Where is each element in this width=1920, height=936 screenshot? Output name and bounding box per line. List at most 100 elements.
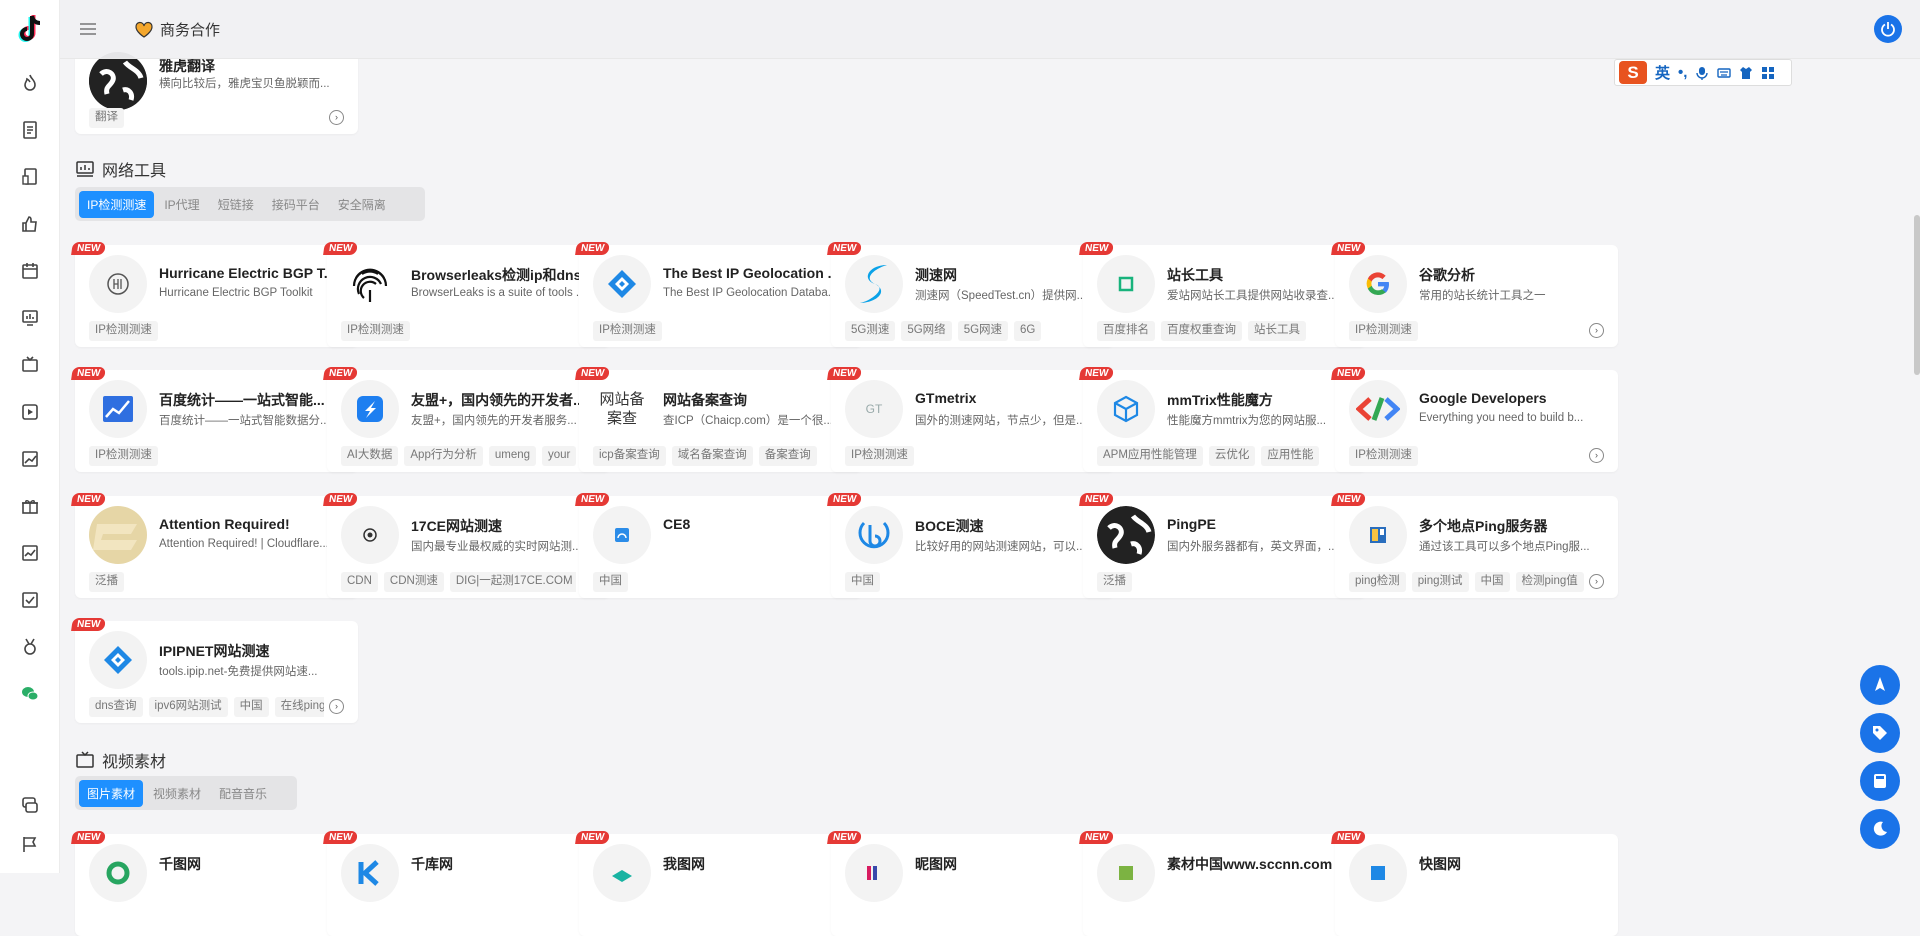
material-card[interactable]: NEW 素材中国www.sccnn.com bbox=[1079, 831, 1366, 936]
tool-card[interactable]: NEW PingPE 国内外服务器都有，英文界面，... 泛播 › bbox=[1079, 493, 1366, 598]
go-arrow-icon[interactable]: › bbox=[1589, 448, 1604, 463]
gift-icon[interactable] bbox=[20, 496, 40, 516]
tag[interactable]: App行为分析 bbox=[404, 446, 483, 466]
tool-card[interactable]: NEW BOCE测速 比较好用的网站测速网站，可以... 中国 › bbox=[827, 493, 1114, 598]
tag[interactable]: APM应用性能管理 bbox=[1097, 446, 1203, 466]
tag[interactable]: 云优化 bbox=[1208, 446, 1256, 466]
chat-icon[interactable] bbox=[20, 795, 40, 815]
tag[interactable]: 站长工具 bbox=[1248, 321, 1306, 341]
tab-ip-proxy[interactable]: IP代理 bbox=[156, 191, 207, 218]
microphone-icon[interactable] bbox=[1695, 66, 1709, 80]
tool-card[interactable]: NEW Attention Required! Attention Requir… bbox=[71, 493, 358, 598]
tag[interactable]: 中国 bbox=[1474, 572, 1510, 592]
trend-icon[interactable] bbox=[20, 543, 40, 563]
tag[interactable]: IP检测测速 bbox=[89, 321, 158, 341]
monitor-icon[interactable] bbox=[20, 308, 40, 328]
tag[interactable]: 5G网速 bbox=[957, 321, 1009, 341]
tag[interactable]: 5G测速 bbox=[845, 321, 896, 341]
wechat-icon[interactable] bbox=[20, 684, 40, 704]
tag-button[interactable] bbox=[1860, 713, 1900, 753]
tag[interactable]: 百度权重查询 bbox=[1161, 321, 1242, 341]
tag[interactable]: IP检测测速 bbox=[89, 446, 158, 466]
tool-card[interactable]: NEW mmTrix性能魔方 性能魔方mmtrix为您的网站服... APM应用… bbox=[1079, 367, 1366, 472]
tag[interactable]: ipv6网站测试 bbox=[148, 697, 228, 717]
tool-card[interactable]: NEW 网站备案查 网站备案查询 查ICP（Chaicp.com）是一个很...… bbox=[575, 367, 862, 472]
tab-short-link[interactable]: 短链接 bbox=[210, 191, 262, 218]
hamburger-menu-icon[interactable] bbox=[78, 19, 98, 39]
tool-card[interactable]: NEW 友盟+，国内领先的开发者... 友盟+，国内领先的开发者服务... AI… bbox=[323, 367, 610, 472]
skin-shirt-icon[interactable] bbox=[1739, 66, 1753, 80]
tool-card[interactable]: NEW 多个地点Ping服务器 通过该工具可以多个地点Ping服... ping… bbox=[1331, 493, 1618, 598]
tag[interactable]: 泛播 bbox=[1097, 572, 1132, 592]
tiktok-logo-icon[interactable] bbox=[12, 12, 48, 48]
tag[interactable]: your bbox=[542, 446, 576, 466]
tab-ip-speed[interactable]: IP检测测速 bbox=[79, 190, 155, 218]
go-arrow-icon[interactable]: › bbox=[329, 699, 344, 714]
tag[interactable]: 在线ping bbox=[274, 697, 324, 717]
tag[interactable]: 中国 bbox=[593, 572, 628, 592]
tab-security[interactable]: 安全隔离 bbox=[330, 191, 394, 218]
tag[interactable]: 泛播 bbox=[89, 572, 124, 592]
video-icon[interactable] bbox=[20, 402, 40, 422]
tag[interactable]: 应用性能 bbox=[1261, 446, 1320, 466]
tv-icon[interactable] bbox=[20, 355, 40, 375]
thumbs-up-icon[interactable] bbox=[20, 214, 40, 234]
material-card[interactable]: NEW 我图网 bbox=[575, 831, 862, 936]
tag[interactable]: icp备案查询 bbox=[593, 446, 666, 466]
tag[interactable]: IP检测测速 bbox=[1349, 446, 1418, 466]
material-card[interactable]: NEW 千库网 bbox=[323, 831, 610, 936]
tag[interactable]: 翻译 bbox=[89, 108, 124, 128]
tool-card[interactable]: NEW Hurricane Electric BGP T... Hurrican… bbox=[71, 242, 358, 347]
tab-image-material[interactable]: 图片素材 bbox=[79, 779, 144, 807]
tag[interactable]: ping测试 bbox=[1411, 572, 1469, 592]
tag[interactable]: 中国 bbox=[845, 572, 880, 592]
tool-card[interactable]: NEW GT GTmetrix 国外的测速网站，节点少，但是... IP检测测速… bbox=[827, 367, 1114, 472]
ime-lang[interactable]: 英 bbox=[1655, 62, 1670, 83]
document-icon[interactable] bbox=[20, 120, 40, 140]
tool-card[interactable]: NEW IPIPNET网站测速 tools.ipip.net-免费提供网站速..… bbox=[71, 618, 358, 723]
medal-icon[interactable] bbox=[20, 637, 40, 657]
checklist-icon[interactable] bbox=[20, 590, 40, 610]
tool-card[interactable]: NEW 谷歌分析 常用的站长统计工具之一 IP检测测速 › bbox=[1331, 242, 1618, 347]
theme-toggle-button[interactable] bbox=[1860, 809, 1900, 849]
tool-card[interactable]: NEW CE8 中国 › bbox=[575, 493, 862, 598]
business-link[interactable]: 商务合作 bbox=[134, 19, 220, 40]
material-card[interactable]: NEW 昵图网 bbox=[827, 831, 1114, 936]
tool-card[interactable]: NEW 百度统计——一站式智能... 百度统计——一站式智能数据分... IP检… bbox=[71, 367, 358, 472]
ime-toolbar[interactable]: S 英 •, bbox=[1614, 59, 1792, 86]
hot-icon[interactable] bbox=[20, 73, 40, 93]
tool-card[interactable]: NEW Google Developers Everything you nee… bbox=[1331, 367, 1618, 472]
go-arrow-icon[interactable]: › bbox=[1589, 323, 1604, 338]
tag[interactable]: 百度排名 bbox=[1097, 321, 1155, 341]
tag[interactable]: 域名备案查询 bbox=[671, 446, 753, 466]
book-icon[interactable] bbox=[20, 167, 40, 187]
material-card[interactable]: NEW 快图网 bbox=[1331, 831, 1618, 936]
tool-card[interactable]: NEW The Best IP Geolocation ... The Best… bbox=[575, 242, 862, 347]
tag[interactable]: AI大数据 bbox=[341, 446, 399, 466]
back-to-top-button[interactable] bbox=[1860, 665, 1900, 705]
power-button[interactable] bbox=[1874, 15, 1902, 43]
tool-card[interactable]: NEW 17CE网站测速 国内最专业最权威的实时网站测... CDN CDN测速 D… bbox=[323, 493, 610, 598]
tag[interactable]: dns查询 bbox=[89, 697, 143, 717]
grid-menu-icon[interactable] bbox=[1761, 66, 1775, 80]
tag[interactable]: ping检测 bbox=[1349, 572, 1406, 592]
tool-card[interactable]: NEW Browserleaks检测ip和dns BrowserLeaks is… bbox=[323, 242, 610, 347]
tag[interactable]: IP检测测速 bbox=[845, 446, 914, 466]
tag[interactable]: CDN测速 bbox=[383, 572, 444, 592]
tag[interactable]: umeng bbox=[488, 446, 537, 466]
material-card[interactable]: NEW 千图网 bbox=[71, 831, 358, 936]
keyboard-icon[interactable] bbox=[1717, 66, 1732, 80]
tag[interactable]: CDN bbox=[341, 572, 378, 592]
flag-icon[interactable] bbox=[20, 834, 40, 854]
ime-punct[interactable]: •, bbox=[1678, 64, 1687, 81]
tool-card[interactable]: NEW 站长工具 爱站网站长工具提供网站收录查... 百度排名 百度权重查询 站长工… bbox=[1079, 242, 1366, 347]
go-arrow-icon[interactable]: › bbox=[1589, 574, 1604, 589]
tag[interactable]: 检测ping值 bbox=[1515, 572, 1584, 592]
scrollbar[interactable] bbox=[1914, 215, 1920, 375]
tag[interactable]: 6G bbox=[1014, 321, 1042, 341]
tag[interactable]: IP检测测速 bbox=[593, 321, 662, 341]
go-arrow-icon[interactable]: › bbox=[329, 110, 344, 125]
tag[interactable]: 备案查询 bbox=[758, 446, 817, 466]
tab-dubbing-music[interactable]: 配音音乐 bbox=[211, 780, 275, 807]
tag[interactable]: DIG|一起测17CE.COM bbox=[449, 572, 576, 592]
